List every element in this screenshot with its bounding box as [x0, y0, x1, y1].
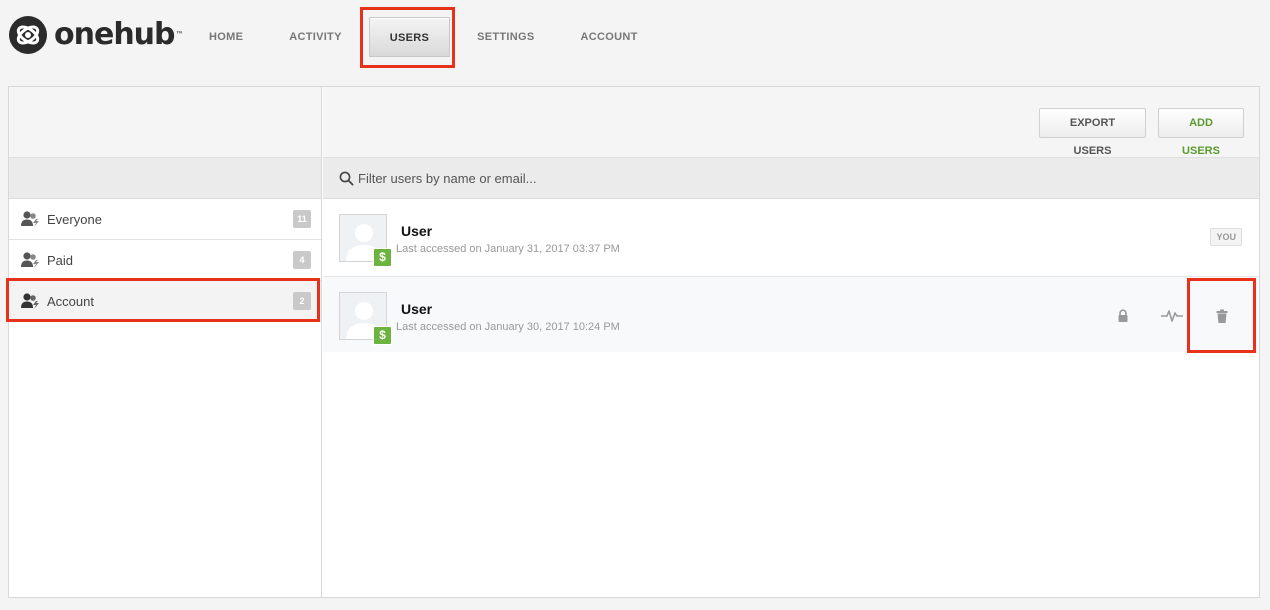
user-row[interactable]: $ User Last accessed on January 31, 2017…	[323, 199, 1259, 277]
users-panel: Everyone 11 Paid 4 Account 2 EXPORT USER…	[8, 86, 1260, 598]
user-name[interactable]: User	[401, 223, 432, 239]
users-group-icon	[21, 252, 39, 268]
sidebar-item-account[interactable]: Account 2	[9, 281, 321, 322]
filter-bar	[323, 158, 1259, 199]
paid-plan-icon: $	[373, 248, 392, 267]
sidebar-count-badge: 4	[293, 251, 311, 269]
paid-plan-icon: $	[373, 326, 392, 345]
sidebar-item-label: Account	[47, 293, 94, 309]
nav-activity[interactable]: ACTIVITY	[266, 17, 365, 57]
activity-pulse-icon[interactable]	[1161, 309, 1183, 323]
filter-users-input[interactable]	[358, 170, 758, 186]
user-last-accessed: Last accessed on January 31, 2017 03:37 …	[396, 243, 620, 255]
top-navigation-bar: onehub™ HOME ACTIVITY USERS SETTINGS ACC…	[0, 0, 1270, 80]
export-users-button[interactable]: EXPORT USERS	[1039, 108, 1146, 157]
sidebar-item-everyone[interactable]: Everyone 11	[9, 199, 321, 240]
lock-icon[interactable]	[1116, 309, 1130, 323]
user-row[interactable]: $ User Last accessed on January 30, 2017…	[323, 277, 1259, 352]
sidebar-header	[9, 87, 321, 158]
sidebar-count-badge: 2	[293, 292, 311, 310]
users-group-icon	[21, 293, 39, 309]
users-group-icon	[21, 211, 39, 227]
app-logo[interactable]: onehub™	[8, 15, 184, 55]
nav-settings[interactable]: SETTINGS	[454, 17, 557, 57]
trash-icon[interactable]	[1215, 309, 1229, 324]
main-nav: HOME ACTIVITY USERS SETTINGS ACCOUNT	[186, 0, 661, 74]
users-main: EXPORT USERS ADD USERS $ User Last acces…	[323, 87, 1259, 597]
sidebar-item-paid[interactable]: Paid 4	[9, 240, 321, 281]
you-badge: YOU	[1210, 228, 1242, 246]
sidebar-subheader	[9, 158, 321, 199]
nav-account[interactable]: ACCOUNT	[558, 17, 661, 57]
users-toolbar: EXPORT USERS ADD USERS	[323, 87, 1259, 158]
nav-users[interactable]: USERS	[368, 17, 451, 57]
search-icon	[339, 171, 354, 186]
sidebar-item-label: Everyone	[47, 211, 102, 227]
onehub-logo-icon	[9, 16, 47, 54]
groups-sidebar: Everyone 11 Paid 4 Account 2	[9, 87, 322, 597]
app-name: onehub™	[54, 17, 184, 52]
add-users-button[interactable]: ADD USERS	[1158, 108, 1244, 157]
nav-home[interactable]: HOME	[186, 17, 266, 57]
sidebar-item-label: Paid	[47, 252, 74, 268]
sidebar-count-badge: 11	[293, 210, 311, 228]
user-last-accessed: Last accessed on January 30, 2017 10:24 …	[396, 321, 620, 333]
user-name[interactable]: User	[401, 301, 432, 317]
